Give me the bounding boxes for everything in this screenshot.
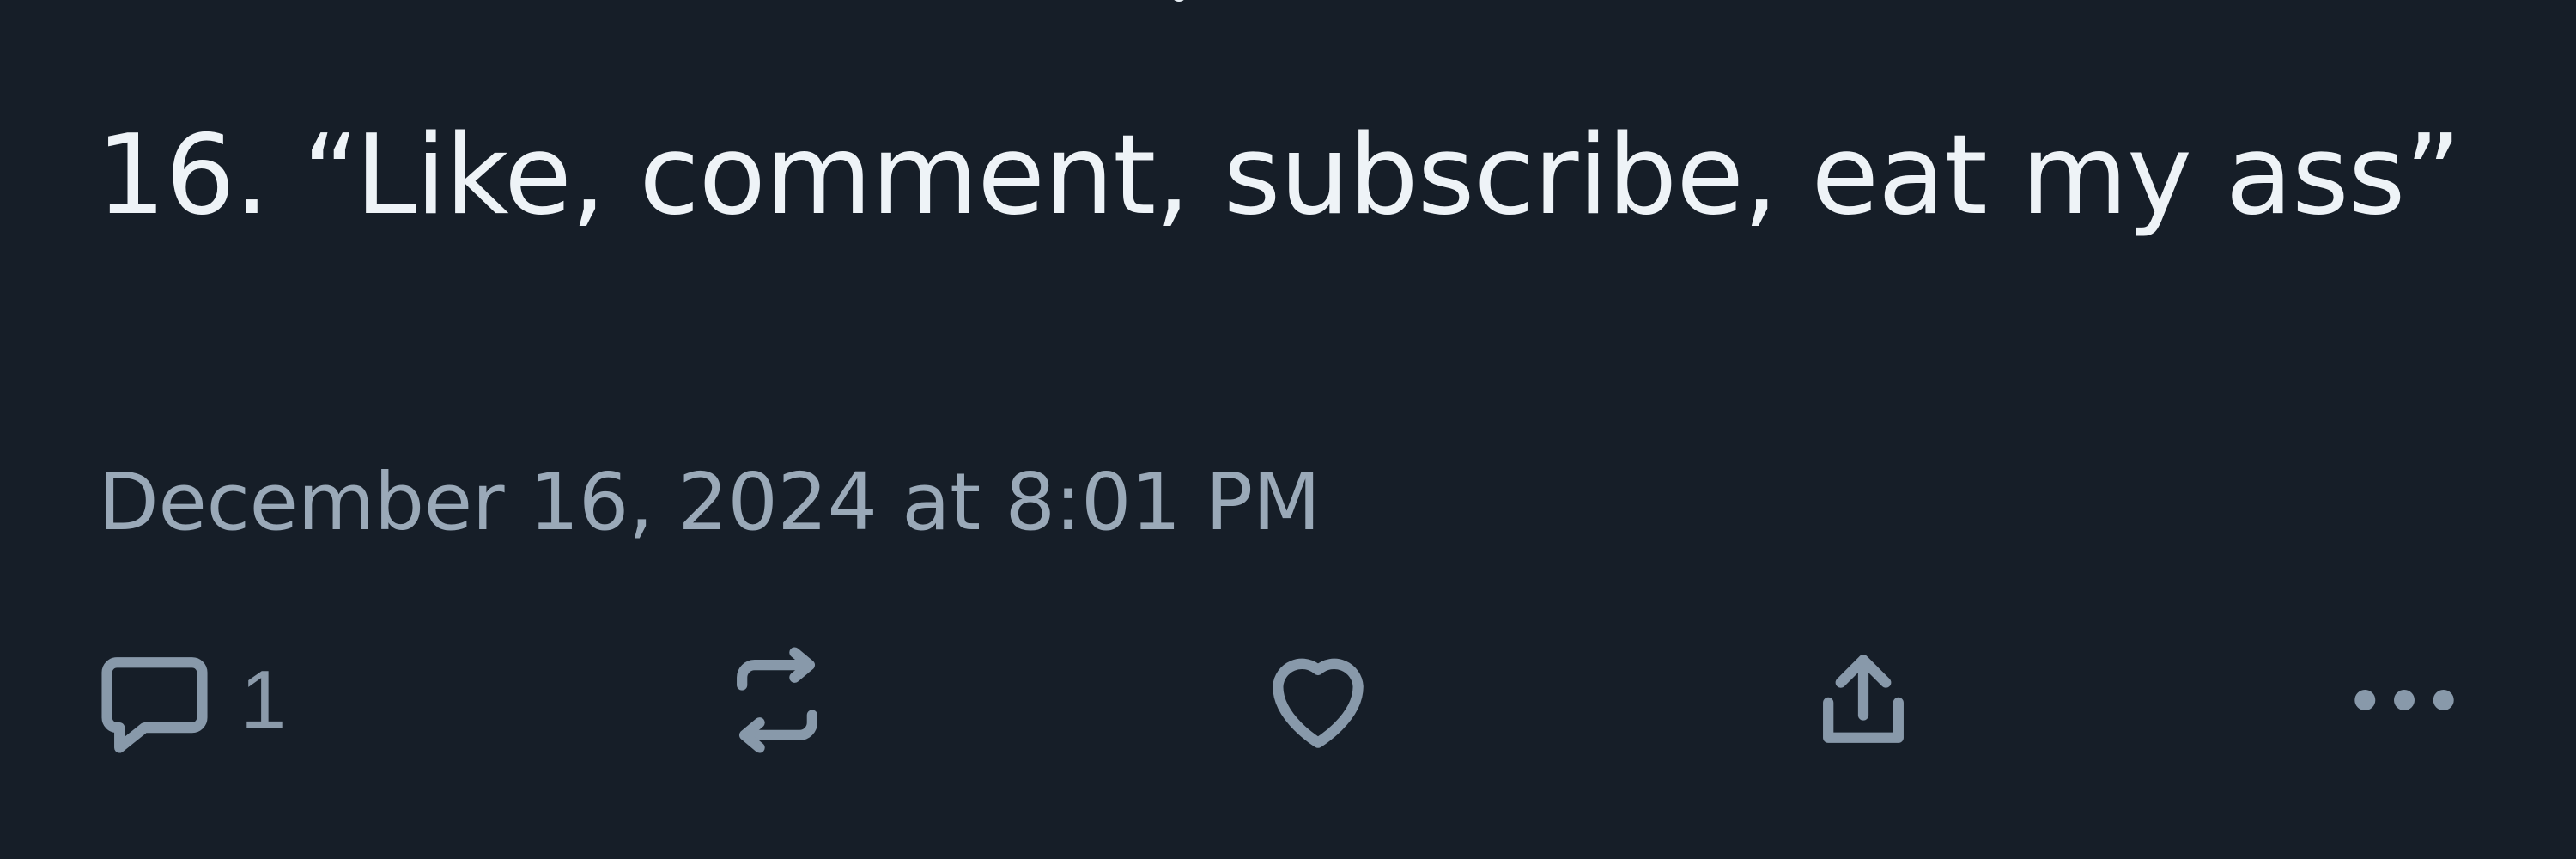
reply-button[interactable]: 1 [94, 636, 286, 765]
post-text: 16. “Like, comment, subscribe, eat my as… [96, 112, 2462, 240]
previous-punctuation-fragment [1171, 0, 1187, 2]
more-options-button[interactable] [2336, 636, 2473, 765]
share-icon [1803, 640, 1923, 760]
more-horizontal-icon [2336, 640, 2473, 760]
heart-icon [1258, 640, 1378, 760]
like-button[interactable] [1258, 636, 1378, 765]
share-button[interactable] [1803, 636, 1923, 765]
post-timestamp[interactable]: December 16, 2024 at 8:01 PM [98, 451, 1321, 554]
previous-text-fragment [447, 0, 1305, 5]
post-actions-bar: 1 [94, 636, 2490, 765]
reply-count: 1 [240, 654, 287, 746]
speech-bubble-icon [94, 640, 215, 760]
post-detail: 16. “Like, comment, subscribe, eat my as… [0, 0, 2576, 859]
repost-button[interactable] [717, 636, 837, 765]
repost-icon [717, 640, 837, 760]
